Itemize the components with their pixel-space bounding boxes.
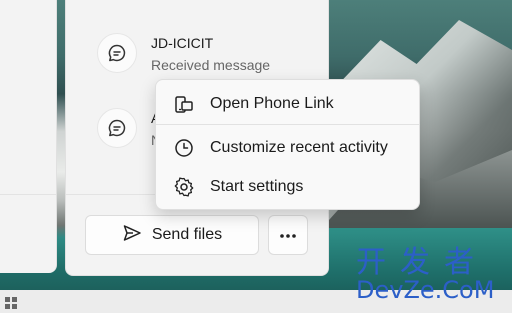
menu-item-label: Start settings [210, 178, 304, 195]
menu-item-label: Open Phone Link [210, 95, 334, 112]
context-menu: Open Phone Link Customize recent activit… [155, 79, 420, 210]
menu-item-label: Customize recent activity [210, 139, 388, 156]
clock-icon [172, 136, 196, 160]
watermark-latin: DevZe.CoM [356, 276, 495, 304]
ellipsis-icon [279, 226, 297, 244]
send-files-label: Send files [151, 226, 223, 243]
send-files-button[interactable]: Send files [85, 215, 259, 255]
left-panel-divider [0, 194, 56, 195]
menu-item-start-settings[interactable]: Start settings [156, 167, 419, 207]
left-widget-panel [0, 0, 57, 273]
gear-icon [172, 175, 196, 199]
menu-separator [156, 124, 419, 125]
watermark-chinese: 开发者 [356, 245, 488, 280]
phone-link-icon [172, 92, 196, 116]
message-icon [97, 33, 137, 73]
notification-item[interactable]: JD-ICICIT Received message [97, 33, 270, 73]
apps-icon[interactable] [4, 296, 18, 310]
menu-item-customize-recent-activity[interactable]: Customize recent activity [156, 128, 419, 168]
notification-title: JD-ICICIT [151, 35, 214, 51]
watermark: 开发者 DevZe.CoM [356, 248, 506, 308]
notification-subtitle: Received message [151, 57, 271, 73]
send-icon [122, 223, 142, 248]
more-options-button[interactable] [268, 215, 308, 255]
message-icon [97, 108, 137, 148]
notification-item[interactable]: A N [97, 108, 161, 148]
menu-item-open-phone-link[interactable]: Open Phone Link [156, 84, 419, 124]
